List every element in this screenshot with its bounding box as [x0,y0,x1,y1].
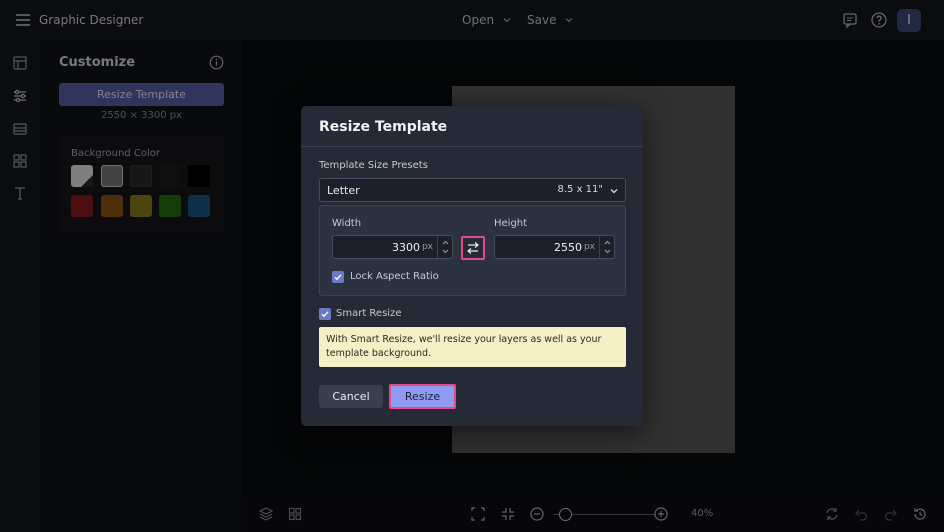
width-label: Width [332,218,362,229]
width-unit: px [421,242,433,252]
width-stepper[interactable] [437,236,452,258]
preset-dropdown[interactable]: Letter 8.5 x 11" [319,178,626,202]
dialog-title: Resize Template [319,119,448,135]
preset-size: 8.5 x 11" [557,184,603,195]
height-stepper[interactable] [599,236,614,258]
smart-resize-label: Smart Resize [336,308,402,319]
height-value: 2550 [554,241,582,254]
preset-name: Letter [327,184,360,197]
lock-aspect-checkbox[interactable] [332,271,344,283]
checkmark-icon [334,274,342,281]
width-input[interactable]: 3300 px [332,235,453,259]
dialog-divider [301,146,643,147]
height-input[interactable]: 2550 px [494,235,615,259]
dimensions-box: Width 3300 px Height 2550 px Lock Aspect… [319,205,626,296]
height-unit: px [583,242,595,252]
lock-aspect-label: Lock Aspect Ratio [350,271,439,282]
swap-dimensions-button[interactable] [461,236,485,260]
preset-label: Template Size Presets [319,160,428,171]
checkmark-icon [321,311,329,318]
smart-resize-notice: With Smart Resize, we'll resize your lay… [319,327,626,367]
cancel-button[interactable]: Cancel [319,385,383,408]
width-value: 3300 [392,241,420,254]
height-label: Height [494,218,528,229]
chevron-down-icon [609,186,619,196]
resize-template-dialog: Resize Template Template Size Presets Le… [301,106,643,426]
smart-resize-checkbox[interactable] [319,308,331,320]
swap-arrows-icon [467,242,479,254]
resize-button[interactable]: Resize [389,384,456,409]
